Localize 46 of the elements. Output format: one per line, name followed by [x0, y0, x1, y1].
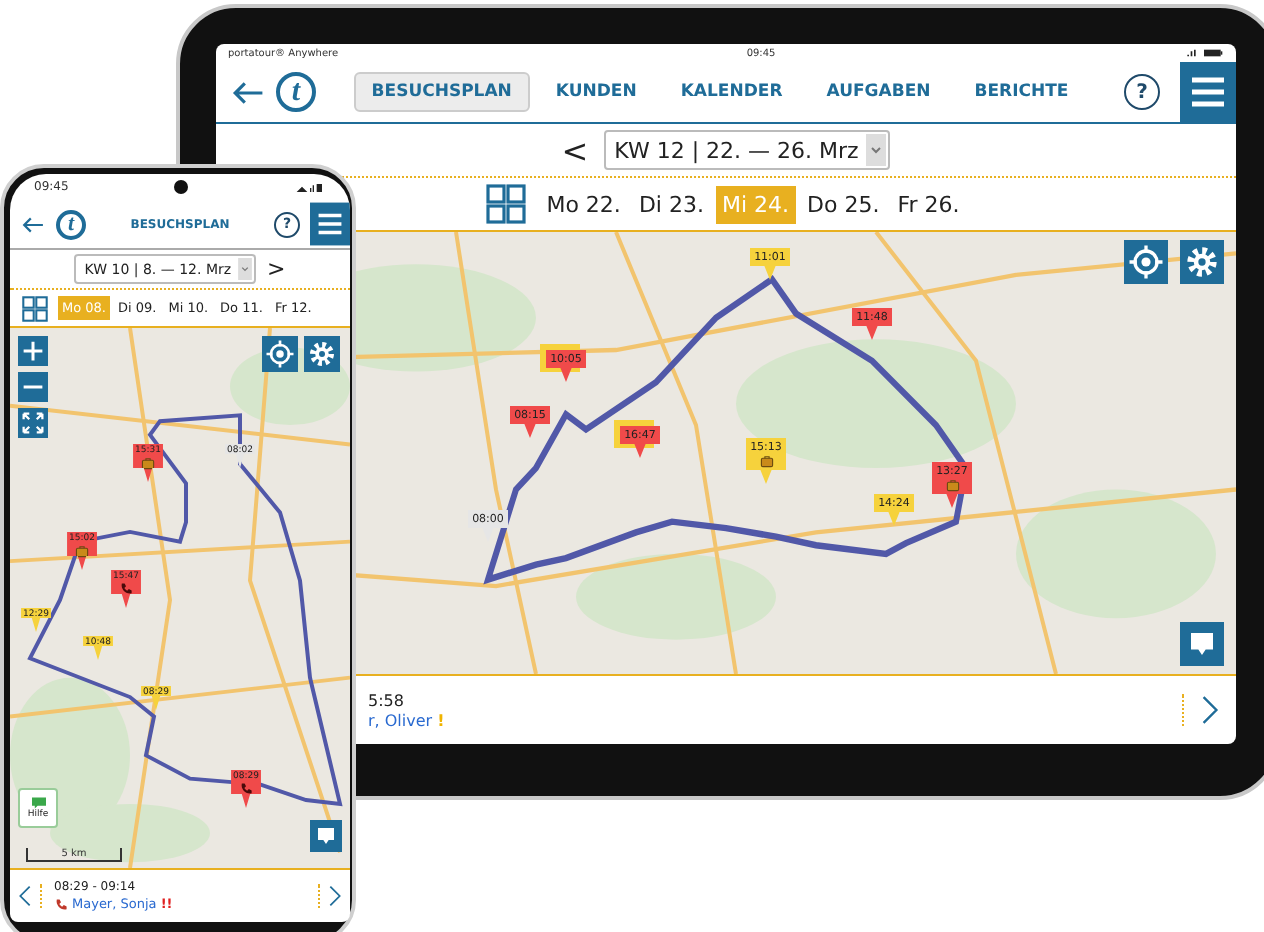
logo: t — [56, 209, 86, 239]
zoom-out-icon[interactable] — [18, 372, 48, 402]
nav-tab[interactable]: KALENDER — [662, 72, 801, 112]
grid-icon[interactable] — [22, 295, 48, 321]
settings-icon[interactable] — [1180, 240, 1224, 284]
back-arrow-icon[interactable] — [232, 79, 264, 105]
appointment-card[interactable]: 5:58 r, Oliver ! — [368, 691, 1182, 729]
chat-icon[interactable] — [310, 820, 342, 852]
fullscreen-icon[interactable] — [18, 408, 48, 438]
chat-icon — [29, 796, 47, 810]
bag-icon — [141, 456, 155, 470]
signal-icon — [293, 181, 326, 193]
appointment-time: 5:58 — [368, 691, 406, 709]
bag-icon — [75, 544, 89, 558]
phone-icon — [54, 897, 68, 911]
bag-icon — [759, 454, 773, 468]
bag-icon — [945, 478, 959, 492]
day-tab[interactable]: Fr 26. — [891, 185, 966, 223]
settings-icon[interactable] — [304, 336, 340, 372]
battery-icon — [1183, 48, 1224, 58]
back-arrow-icon[interactable] — [22, 215, 44, 233]
previous-week-button[interactable]: < — [561, 131, 589, 169]
camera-icon — [174, 180, 189, 194]
grid-icon[interactable] — [486, 184, 527, 224]
locate-icon[interactable] — [262, 336, 298, 372]
chat-icon[interactable] — [1180, 622, 1224, 666]
day-tab[interactable]: Di 23. — [632, 185, 710, 223]
phone-icon — [119, 582, 133, 596]
zoom-in-icon[interactable] — [18, 336, 48, 366]
nav-tab[interactable]: BERICHTE — [956, 72, 1087, 112]
logo: t — [276, 72, 316, 112]
caret-icon — [866, 134, 887, 166]
next-week-button[interactable]: > — [267, 256, 286, 282]
customer-name: r, Oliver ! — [368, 711, 447, 729]
caret-icon — [237, 258, 252, 280]
help-button[interactable]: ? — [1124, 74, 1160, 110]
week-select[interactable]: KW 12 | 22. — 26. Mrz — [604, 130, 891, 170]
menu-icon[interactable] — [1180, 62, 1236, 122]
menu-icon[interactable] — [310, 202, 350, 246]
day-tab[interactable]: Mo 22. — [540, 185, 627, 223]
nav-tab[interactable]: AUFGABEN — [808, 72, 949, 112]
nav-tab[interactable]: BESUCHSPLAN — [353, 72, 530, 112]
nav-tab[interactable]: KUNDEN — [537, 72, 655, 112]
day-tab[interactable]: Do 25. — [801, 185, 886, 223]
locate-icon[interactable] — [1124, 240, 1168, 284]
phone-icon — [239, 782, 253, 796]
